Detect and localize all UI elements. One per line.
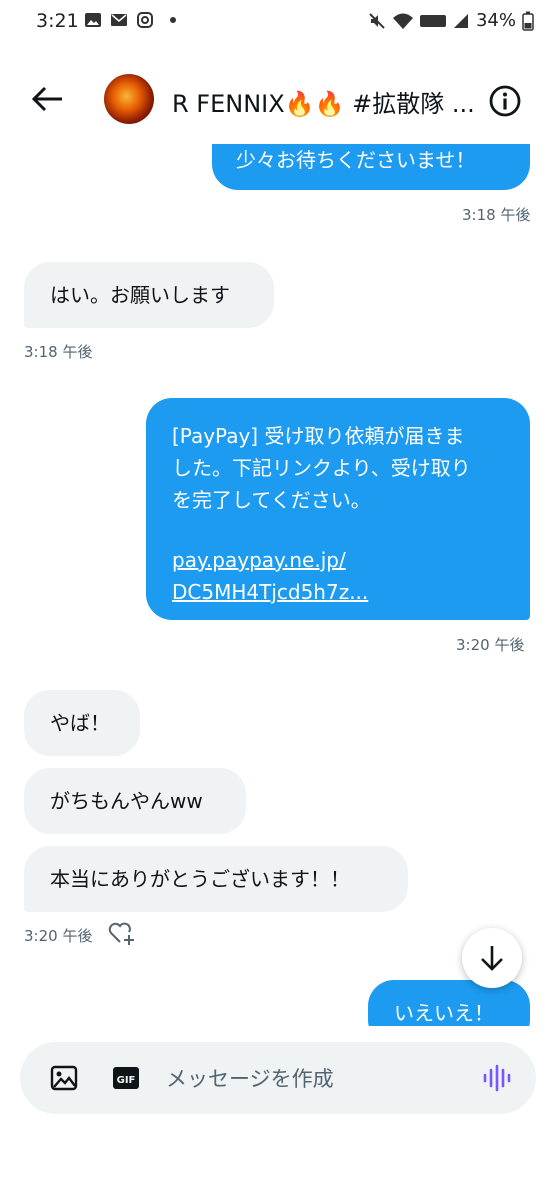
paypay-link[interactable]: DC5MH4Tjcd5h7z... (172, 576, 530, 608)
image-icon[interactable] (50, 1064, 78, 1092)
volte-icon (419, 14, 446, 27)
system-status: 34% (368, 10, 534, 31)
message-bubble-incoming[interactable]: やば！ (24, 690, 140, 756)
message-text: はい。お願いします (50, 283, 230, 307)
message-text-line: を完了してください。 (172, 488, 371, 512)
avatar[interactable] (104, 74, 154, 124)
message-text: がちもんやんww (50, 789, 203, 813)
conversation-title[interactable]: R FENNIX🔥🔥 #拡散隊 ... (172, 84, 475, 119)
signal-icon (453, 13, 468, 28)
status-bar: 3:21 34% (0, 0, 554, 48)
notification-icons (84, 12, 176, 28)
message-timestamp: 3:20 午後 (24, 927, 93, 945)
arrow-down-icon (481, 946, 503, 971)
message-text: やば！ (50, 711, 110, 735)
arrow-left-icon[interactable] (30, 84, 64, 114)
scroll-to-bottom-button[interactable] (462, 928, 522, 988)
battery-percent: 34% (475, 10, 516, 31)
more-notifications-dot (170, 17, 176, 23)
message-timestamp: 3:20 午後 (456, 636, 525, 654)
message-input[interactable] (164, 1062, 468, 1096)
message-bubble-outgoing[interactable]: [PayPay] 受け取り依頼が届きま した。下記リンクより、受け取り を完了し… (146, 398, 530, 620)
voice-waveform-icon[interactable] (482, 1064, 512, 1092)
message-bubble-incoming[interactable]: 本当にありがとうございます！！ (24, 846, 408, 912)
message-bubble-incoming[interactable]: はい。お願いします (24, 262, 274, 328)
svg-text:GIF: GIF (117, 1075, 136, 1086)
mute-icon (369, 12, 385, 29)
conversation-header: R FENNIX🔥🔥 #拡散隊 ... (0, 48, 554, 144)
gallery-notification-icon (85, 13, 101, 27)
battery-icon (522, 11, 534, 31)
message-composer: GIF (20, 1042, 536, 1114)
message-timestamp: 3:18 午後 (462, 206, 531, 224)
message-timestamp: 3:18 午後 (24, 343, 93, 361)
info-icon[interactable] (488, 84, 522, 118)
mail-notification-icon (111, 14, 127, 26)
message-bubble-incoming[interactable]: がちもんやんww (24, 768, 246, 834)
status-time: 3:21 (36, 10, 79, 32)
message-text-line: [PayPay] 受け取り依頼が届きま (172, 424, 465, 448)
heart-plus-icon[interactable] (108, 920, 136, 946)
message-text: 少々お待ちくださいませ！ (236, 148, 476, 172)
message-text: 本当にありがとうございます！！ (50, 867, 350, 891)
instagram-notification-icon (137, 12, 153, 28)
gif-icon[interactable]: GIF (112, 1064, 140, 1092)
message-text-line: した。下記リンクより、受け取り (172, 456, 471, 480)
paypay-link[interactable]: pay.paypay.ne.jp/ (172, 544, 530, 576)
message-text: いえいえ！ (394, 1001, 494, 1025)
wifi-icon (392, 13, 413, 29)
